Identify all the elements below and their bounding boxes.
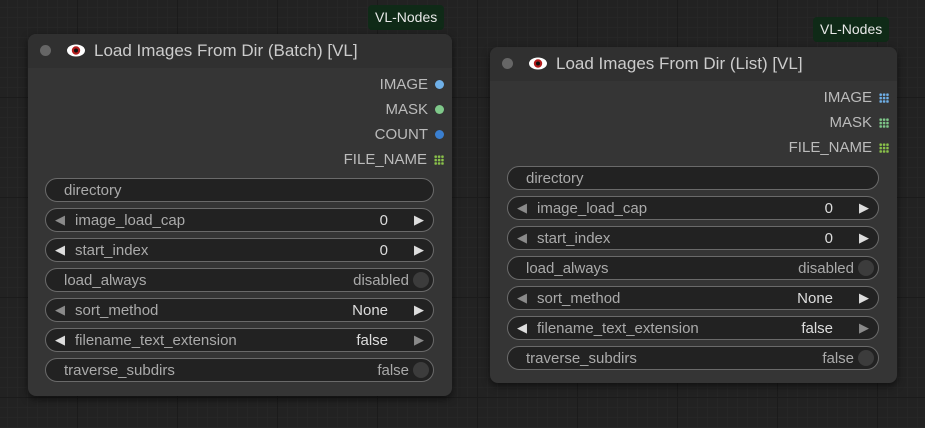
widget-value: false <box>377 361 409 379</box>
output-mask[interactable]: MASK <box>490 110 897 135</box>
output-slot-icon[interactable] <box>435 80 444 89</box>
filename-text-extension-combo[interactable]: ◀ filename_text_extension false ▶ <box>507 316 879 340</box>
output-label: MASK <box>829 114 872 131</box>
next-option-arrow-icon[interactable]: ▶ <box>855 320 873 336</box>
widget-value: false <box>356 331 388 349</box>
next-option-arrow-icon[interactable]: ▶ <box>410 302 428 318</box>
widget-label: directory <box>526 169 584 187</box>
eye-icon <box>67 44 85 57</box>
output-slot-icon[interactable] <box>435 130 444 139</box>
eye-icon <box>529 57 547 70</box>
sort-method-combo[interactable]: ◀ sort_method None ▶ <box>45 298 434 322</box>
widget-value: 0 <box>379 211 388 229</box>
output-file-name[interactable]: FILE_NAME <box>28 147 452 172</box>
decrement-arrow-icon[interactable]: ◀ <box>513 230 531 246</box>
output-image[interactable]: IMAGE <box>28 72 452 97</box>
output-file-name[interactable]: FILE_NAME <box>490 135 897 160</box>
node-header[interactable]: Load Images From Dir (Batch) [VL] <box>28 34 452 68</box>
increment-arrow-icon[interactable]: ▶ <box>410 212 428 228</box>
prev-option-arrow-icon[interactable]: ◀ <box>513 290 531 306</box>
widget-label: image_load_cap <box>75 211 186 229</box>
widget-label: filename_text_extension <box>75 331 237 349</box>
output-label: COUNT <box>374 126 428 143</box>
widget-value: 0 <box>379 241 388 259</box>
widgets: directory ◀ image_load_cap 0 ▶ ◀ start_i… <box>28 178 452 382</box>
output-slot-list-icon[interactable] <box>434 154 444 165</box>
output-count[interactable]: COUNT <box>28 122 452 147</box>
decrement-arrow-icon[interactable]: ◀ <box>51 212 69 228</box>
increment-arrow-icon[interactable]: ▶ <box>855 230 873 246</box>
increment-arrow-icon[interactable]: ▶ <box>855 200 873 216</box>
output-slot-list-icon[interactable] <box>879 142 889 153</box>
widget-label: image_load_cap <box>537 199 648 217</box>
directory-input[interactable]: directory <box>507 166 879 190</box>
node-badge: VL-Nodes <box>368 5 445 30</box>
output-label: FILE_NAME <box>343 151 427 168</box>
increment-arrow-icon[interactable]: ▶ <box>410 242 428 258</box>
output-mask[interactable]: MASK <box>28 97 452 122</box>
toggle-knob-icon[interactable] <box>413 362 429 378</box>
collapse-dot-icon[interactable] <box>502 58 513 69</box>
output-slot-list-icon[interactable] <box>879 92 889 103</box>
toggle-knob-icon[interactable] <box>413 272 429 288</box>
output-label: MASK <box>385 101 428 118</box>
collapse-dot-icon[interactable] <box>40 45 51 56</box>
output-slot-icon[interactable] <box>435 105 444 114</box>
sort-method-combo[interactable]: ◀ sort_method None ▶ <box>507 286 879 310</box>
widget-label: load_always <box>64 271 147 289</box>
toggle-knob-icon[interactable] <box>858 350 874 366</box>
next-option-arrow-icon[interactable]: ▶ <box>855 290 873 306</box>
prev-option-arrow-icon[interactable]: ◀ <box>51 302 69 318</box>
outputs: IMAGE MASK COUNT FILE_NAME <box>28 68 452 172</box>
load-always-toggle[interactable]: load_always disabled <box>45 268 434 292</box>
decrement-arrow-icon[interactable]: ◀ <box>513 200 531 216</box>
load-always-toggle[interactable]: load_always disabled <box>507 256 879 280</box>
widget-value: false <box>801 319 833 337</box>
widget-label: sort_method <box>537 289 621 307</box>
widget-label: load_always <box>526 259 609 277</box>
widget-label: filename_text_extension <box>537 319 699 337</box>
output-image[interactable]: IMAGE <box>490 85 897 110</box>
widget-label: traverse_subdirs <box>526 349 637 367</box>
traverse-subdirs-toggle[interactable]: traverse_subdirs false <box>507 346 879 370</box>
widget-label: directory <box>64 181 122 199</box>
start-index-number[interactable]: ◀ start_index 0 ▶ <box>507 226 879 250</box>
image-load-cap-number[interactable]: ◀ image_load_cap 0 ▶ <box>45 208 434 232</box>
next-option-arrow-icon[interactable]: ▶ <box>410 332 428 348</box>
widget-value: None <box>352 301 388 319</box>
widgets: directory ◀ image_load_cap 0 ▶ ◀ start_i… <box>490 166 897 370</box>
node-header[interactable]: Load Images From Dir (List) [VL] <box>490 47 897 81</box>
widget-value: false <box>822 349 854 367</box>
prev-option-arrow-icon[interactable]: ◀ <box>51 332 69 348</box>
node-load-images-list[interactable]: Load Images From Dir (List) [VL] IMAGE M… <box>490 47 897 383</box>
widget-value: 0 <box>824 199 833 217</box>
widget-value: disabled <box>798 259 854 277</box>
node-badge: VL-Nodes <box>813 17 890 42</box>
widget-label: traverse_subdirs <box>64 361 175 379</box>
widget-value: None <box>797 289 833 307</box>
decrement-arrow-icon[interactable]: ◀ <box>51 242 69 258</box>
widget-label: sort_method <box>75 301 159 319</box>
output-label: FILE_NAME <box>788 139 872 156</box>
output-slot-list-icon[interactable] <box>879 117 889 128</box>
traverse-subdirs-toggle[interactable]: traverse_subdirs false <box>45 358 434 382</box>
outputs: IMAGE MASK FILE_NAME <box>490 81 897 160</box>
widget-label: start_index <box>537 229 611 247</box>
prev-option-arrow-icon[interactable]: ◀ <box>513 320 531 336</box>
node-title: Load Images From Dir (List) [VL] <box>556 54 803 73</box>
widget-value: 0 <box>824 229 833 247</box>
start-index-number[interactable]: ◀ start_index 0 ▶ <box>45 238 434 262</box>
node-load-images-batch[interactable]: Load Images From Dir (Batch) [VL] IMAGE … <box>28 34 452 396</box>
image-load-cap-number[interactable]: ◀ image_load_cap 0 ▶ <box>507 196 879 220</box>
widget-value: disabled <box>353 271 409 289</box>
filename-text-extension-combo[interactable]: ◀ filename_text_extension false ▶ <box>45 328 434 352</box>
directory-input[interactable]: directory <box>45 178 434 202</box>
output-label: IMAGE <box>379 76 428 93</box>
node-title: Load Images From Dir (Batch) [VL] <box>94 41 358 60</box>
output-label: IMAGE <box>823 89 872 106</box>
widget-label: start_index <box>75 241 149 259</box>
toggle-knob-icon[interactable] <box>858 260 874 276</box>
